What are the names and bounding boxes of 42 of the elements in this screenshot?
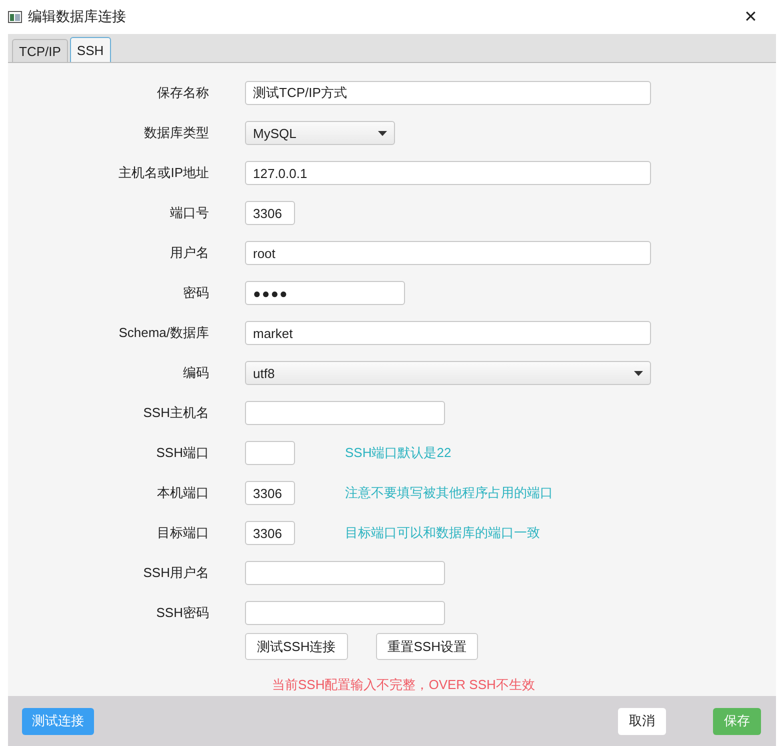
action-button[interactable]: 测试SSH连接 [245, 633, 348, 660]
close-button[interactable]: ✕ [744, 7, 757, 27]
input-field[interactable]: 3306 [245, 201, 295, 225]
input-field[interactable] [245, 561, 445, 585]
field-label: 目标端口 [156, 524, 209, 542]
field-label: 端口号 [169, 204, 209, 222]
input-field[interactable] [245, 441, 295, 465]
input-field[interactable]: 3306 [245, 521, 295, 545]
field-label: 保存名称 [156, 84, 209, 102]
app-icon [8, 11, 22, 23]
window-title: 编辑数据库连接 [28, 8, 127, 26]
hint-text: 注意不要填写被其他程序占用的端口 [345, 484, 553, 502]
input-field[interactable] [245, 601, 445, 625]
cancel-button[interactable]: 取消 [618, 708, 666, 734]
caret-icon [634, 370, 643, 376]
input-field[interactable]: 127.0.0.1 [245, 161, 651, 185]
input-field[interactable]: market [245, 321, 651, 345]
field-label: SSH端口 [155, 444, 209, 462]
dropdown[interactable]: MySQL [245, 121, 395, 145]
action-button[interactable]: 重置SSH设置 [376, 633, 478, 660]
field-label: 用户名 [169, 244, 209, 262]
input-field[interactable] [245, 401, 445, 425]
hint-text: 目标端口可以和数据库的端口一致 [345, 524, 540, 542]
tab[interactable]: TCP/IP [12, 39, 68, 62]
field-label: 密码 [182, 284, 209, 302]
field-label: 本机端口 [156, 484, 209, 502]
input-field[interactable]: 测试TCP/IP方式 [245, 81, 651, 105]
field-label: SSH主机名 [142, 404, 209, 422]
field-label: SSH密码 [155, 604, 209, 622]
input-field[interactable]: 3306 [245, 481, 295, 505]
input-field[interactable]: root [245, 241, 651, 265]
hint-text: SSH端口默认是22 [345, 444, 452, 462]
field-label: 数据库类型 [143, 124, 209, 142]
field-label: 主机名或IP地址 [118, 164, 209, 182]
error-message: 当前SSH配置输入不完整，OVER SSH不生效 [271, 676, 536, 694]
field-label: SSH用户名 [142, 564, 209, 582]
tab[interactable]: SSH [70, 37, 111, 62]
field-label: Schema/数据库 [118, 324, 209, 342]
field-label: 编码 [182, 364, 209, 382]
password-field[interactable]: ●●●● [245, 281, 405, 305]
dropdown[interactable]: utf8 [245, 361, 651, 385]
caret-icon [378, 130, 387, 136]
